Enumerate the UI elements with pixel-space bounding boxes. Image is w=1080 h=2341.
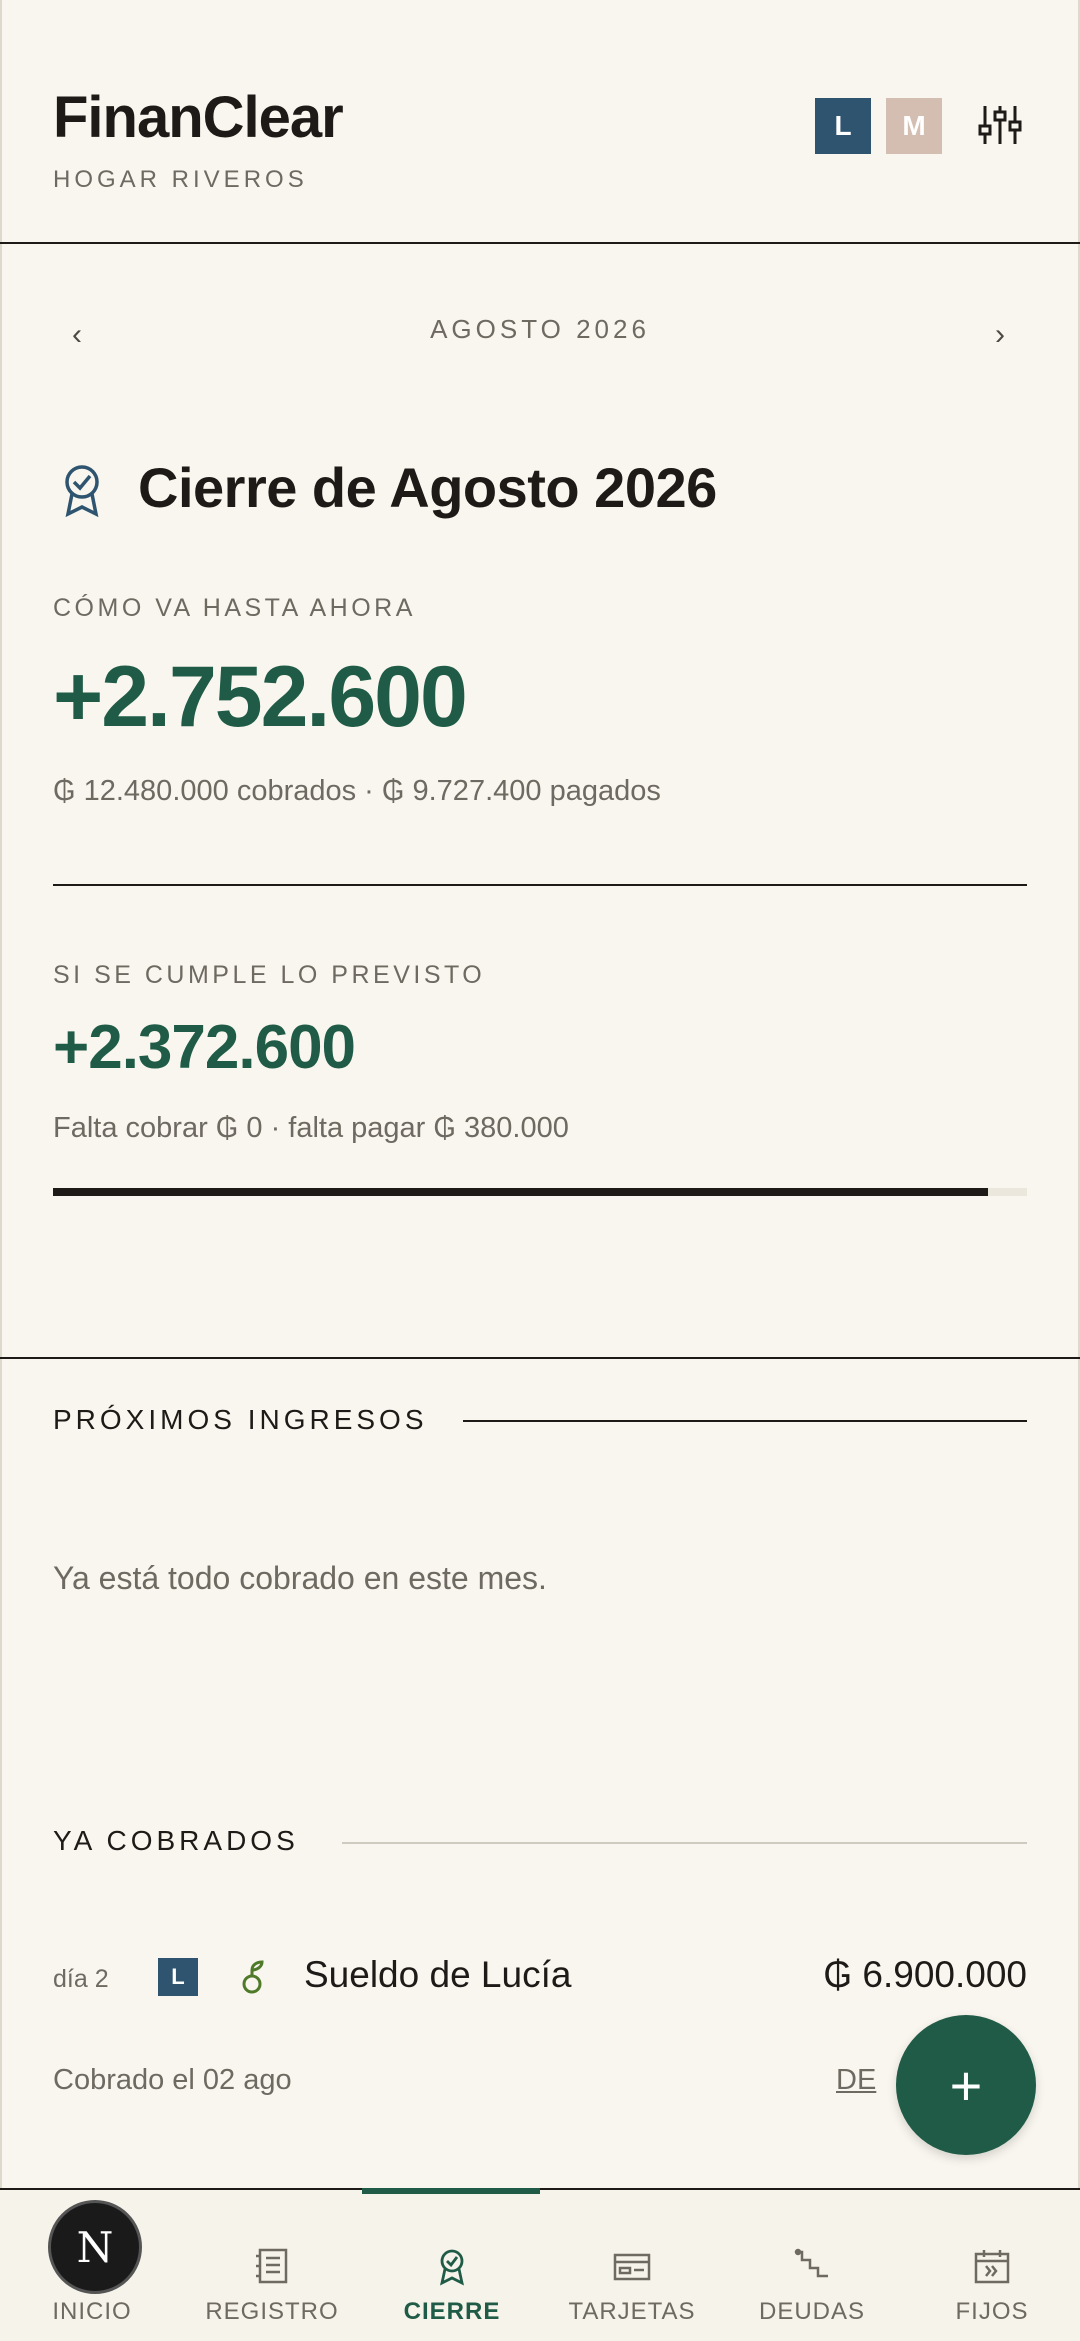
avatar-l[interactable]: L (815, 98, 871, 154)
forecast-balance: +2.372.600 (53, 1013, 356, 1082)
row-day: día 2 (53, 1965, 109, 1993)
nav-label: REGISTRO (205, 2298, 339, 2325)
forecast-kicker: SI SE CUMPLE LO PREVISTO (53, 961, 486, 989)
income-amount: ₲ 6.900.000 (823, 1954, 1027, 1995)
current-balance: +2.752.600 (53, 649, 468, 745)
nav-tarjetas[interactable]: TARJETAS (542, 2190, 722, 2341)
app-title: FinanClear (53, 85, 344, 150)
nav-label: CIERRE (403, 2298, 501, 2325)
stairs-icon (794, 2248, 828, 2278)
nav-deudas[interactable]: DEUDAS (722, 2190, 902, 2341)
undo-link[interactable]: DE (836, 2064, 876, 2097)
sprout-icon (242, 1960, 264, 1994)
month-label: AGOSTO 2026 (430, 314, 650, 344)
card-icon (613, 2253, 651, 2281)
income-name: Sueldo de Lucía (304, 1954, 572, 1995)
income-collected-date: Cobrado el 02 ago (53, 2064, 292, 2096)
dev-tools-badge[interactable]: N (48, 2200, 142, 2294)
nav-fijos[interactable]: FIJOS (902, 2190, 1080, 2341)
calendar-icon (974, 2250, 1010, 2284)
award-icon (65, 465, 99, 518)
badge-icon (440, 2249, 464, 2286)
current-kicker: CÓMO VA HASTA AHORA (53, 594, 416, 622)
app-header: FinanClear HOGAR RIVEROS L M (0, 0, 1080, 244)
household-name: HOGAR RIVEROS (53, 166, 308, 193)
nav-label: INICIO (52, 2298, 132, 2325)
nav-label: FIJOS (955, 2298, 1029, 2325)
active-tab-indicator (362, 2188, 540, 2194)
divider (53, 884, 1027, 886)
heading-rule (342, 1842, 1027, 1844)
current-detail: ₲ 12.480.000 cobrados · ₲ 9.727.400 paga… (53, 775, 661, 807)
forecast-progress-bar (53, 1188, 1027, 1196)
page-title: Cierre de Agosto 2026 (138, 456, 717, 519)
forecast-detail: Falta cobrar ₲ 0 · falta pagar ₲ 380.000 (53, 1112, 569, 1144)
add-button[interactable]: + (896, 2015, 1036, 2155)
nav-registro[interactable]: REGISTRO (182, 2190, 362, 2341)
ledger-icon (256, 2248, 288, 2284)
forecast-progress-fill (53, 1188, 989, 1196)
section-divider (0, 1357, 1080, 1359)
avatar-m[interactable]: M (886, 98, 942, 154)
bottom-nav: INICIO REGISTRO CIERRE TARJETAS DEUDAS F… (0, 2188, 1080, 2341)
nav-label: TARJETAS (568, 2298, 696, 2325)
sliders-icon[interactable] (975, 100, 1025, 150)
next-month-button[interactable]: › (995, 318, 1005, 352)
heading-rule (463, 1420, 1027, 1422)
person-badge: L (158, 1958, 198, 1996)
empty-upcoming-message: Ya está todo cobrado en este mes. (53, 1560, 547, 1596)
upcoming-income-heading: PRÓXIMOS INGRESOS (53, 1404, 428, 1435)
nav-cierre[interactable]: CIERRE (362, 2190, 542, 2341)
nav-label: DEUDAS (758, 2298, 866, 2325)
collected-heading: YA COBRADOS (53, 1825, 299, 1856)
